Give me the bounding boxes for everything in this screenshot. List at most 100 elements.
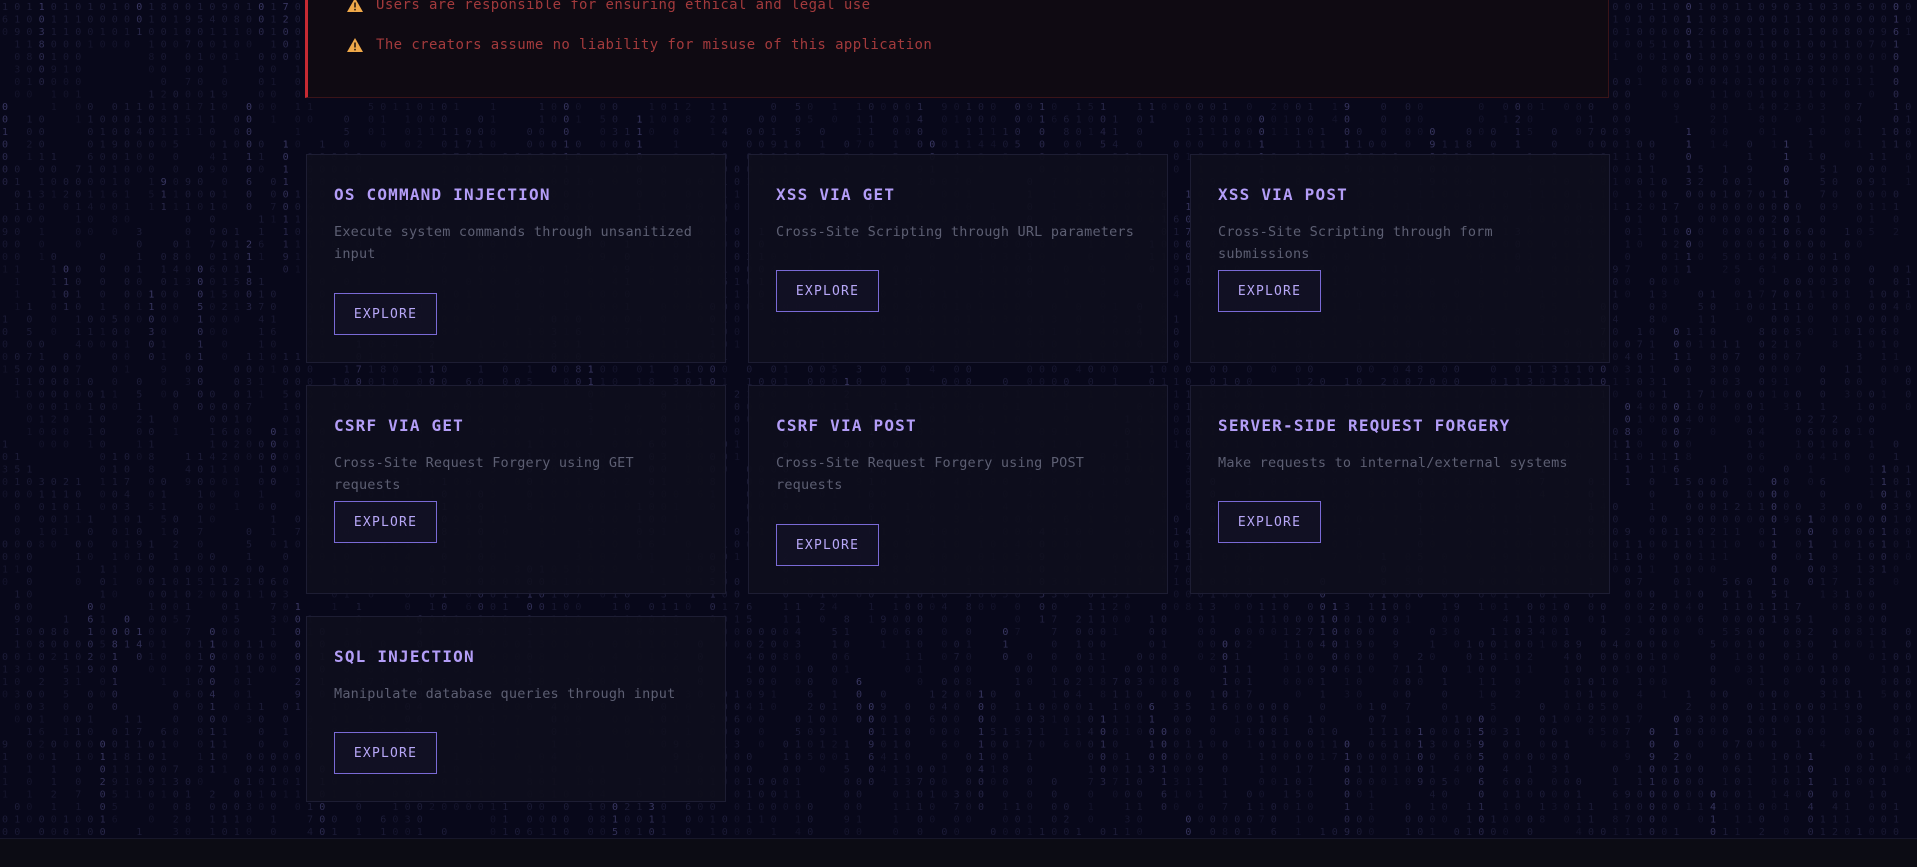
svg-text:1: 1: [1210, 690, 1216, 701]
svg-text:0: 0: [87, 27, 93, 38]
explore-button[interactable]: EXPLORE: [334, 501, 437, 543]
svg-text:0: 0: [490, 827, 496, 838]
svg-text:0: 0: [1173, 102, 1179, 113]
svg-text:0: 0: [209, 802, 215, 813]
svg-text:1: 1: [905, 652, 911, 663]
svg-text:0: 0: [1076, 127, 1082, 138]
svg-text:0: 0: [1222, 365, 1228, 376]
svg-text:0: 0: [148, 752, 154, 763]
svg-text:0: 0: [209, 715, 215, 726]
svg-text:1: 1: [197, 127, 203, 138]
svg-text:2: 2: [222, 302, 228, 313]
svg-text:2: 2: [685, 102, 691, 113]
svg-text:1: 1: [295, 602, 301, 613]
svg-text:0: 0: [1063, 677, 1069, 688]
svg-text:0: 0: [1259, 127, 1265, 138]
svg-text:0: 0: [209, 477, 215, 488]
svg-text:0: 0: [246, 565, 252, 576]
svg-text:0: 0: [1173, 602, 1179, 613]
svg-text:1: 1: [112, 652, 118, 663]
svg-text:0: 0: [197, 677, 203, 688]
svg-text:1: 1: [270, 815, 276, 826]
svg-text:0: 0: [258, 65, 264, 76]
svg-text:0: 0: [600, 802, 606, 813]
explore-button[interactable]: EXPLORE: [334, 732, 437, 774]
svg-text:0: 0: [26, 540, 32, 551]
svg-text:0: 0: [1137, 777, 1143, 788]
svg-text:0: 0: [234, 402, 240, 413]
svg-text:6: 6: [87, 152, 93, 163]
svg-text:0: 0: [222, 802, 228, 813]
svg-text:0: 0: [905, 740, 911, 751]
svg-text:9: 9: [758, 690, 764, 701]
svg-text:0: 0: [1234, 640, 1240, 651]
svg-text:0: 0: [1088, 790, 1094, 801]
svg-text:1: 1: [1137, 802, 1143, 813]
svg-text:0: 0: [124, 177, 130, 188]
svg-text:0: 0: [148, 802, 154, 813]
svg-text:1: 1: [136, 252, 142, 263]
svg-text:1: 1: [612, 815, 618, 826]
svg-text:3: 3: [173, 777, 179, 788]
svg-text:0: 0: [136, 290, 142, 301]
svg-text:0: 0: [1185, 827, 1191, 838]
svg-text:1: 1: [929, 790, 935, 801]
svg-text:1: 1: [270, 15, 276, 26]
svg-text:8: 8: [197, 765, 203, 776]
svg-text:0: 0: [1173, 152, 1179, 163]
svg-text:0: 0: [880, 365, 886, 376]
explore-button[interactable]: EXPLORE: [1218, 270, 1321, 312]
svg-text:0: 0: [209, 490, 215, 501]
svg-text:0: 0: [222, 265, 228, 276]
svg-text:1: 1: [112, 2, 118, 13]
svg-text:0: 0: [148, 477, 154, 488]
svg-text:0: 0: [722, 827, 728, 838]
svg-text:1: 1: [14, 40, 20, 51]
explore-button[interactable]: EXPLORE: [776, 524, 879, 566]
svg-text:0: 0: [1051, 602, 1057, 613]
svg-text:1: 1: [1076, 727, 1082, 738]
svg-text:0: 0: [161, 252, 167, 263]
svg-text:1: 1: [161, 202, 167, 213]
svg-text:0: 0: [783, 777, 789, 788]
svg-text:1: 1: [429, 365, 435, 376]
svg-text:3: 3: [246, 377, 252, 388]
svg-text:2: 2: [222, 452, 228, 463]
svg-text:3: 3: [14, 65, 20, 76]
svg-text:0: 0: [222, 752, 228, 763]
svg-text:0: 0: [990, 740, 996, 751]
svg-text:0: 0: [173, 152, 179, 163]
svg-text:0: 0: [270, 540, 276, 551]
svg-text:0: 0: [148, 740, 154, 751]
svg-text:1: 1: [1173, 377, 1179, 388]
svg-text:0: 0: [51, 740, 57, 751]
svg-text:0: 0: [1283, 602, 1289, 613]
svg-text:2: 2: [63, 190, 69, 201]
svg-text:6: 6: [929, 715, 935, 726]
svg-text:1: 1: [844, 752, 850, 763]
svg-text:0: 0: [807, 365, 813, 376]
svg-text:0: 0: [258, 802, 264, 813]
svg-text:0: 0: [1173, 540, 1179, 551]
svg-text:0: 0: [283, 715, 289, 726]
svg-text:1: 1: [966, 127, 972, 138]
svg-text:0: 0: [197, 290, 203, 301]
svg-text:0: 0: [917, 677, 923, 688]
svg-text:0: 0: [258, 740, 264, 751]
explore-button[interactable]: EXPLORE: [1218, 501, 1321, 543]
svg-text:0: 0: [746, 715, 752, 726]
explore-button[interactable]: EXPLORE: [776, 270, 879, 312]
svg-text:1: 1: [539, 115, 545, 126]
svg-text:0: 0: [148, 427, 154, 438]
svg-text:5: 5: [807, 115, 813, 126]
explore-button[interactable]: EXPLORE: [334, 293, 437, 335]
svg-text:1: 1: [209, 702, 215, 713]
svg-text:4: 4: [185, 465, 191, 476]
svg-text:0: 0: [75, 277, 81, 288]
svg-text:0: 0: [39, 202, 45, 213]
svg-text:0: 0: [1088, 740, 1094, 751]
svg-text:1: 1: [197, 2, 203, 13]
svg-text:0: 0: [283, 602, 289, 613]
svg-text:5: 5: [197, 302, 203, 313]
svg-text:3: 3: [14, 690, 20, 701]
